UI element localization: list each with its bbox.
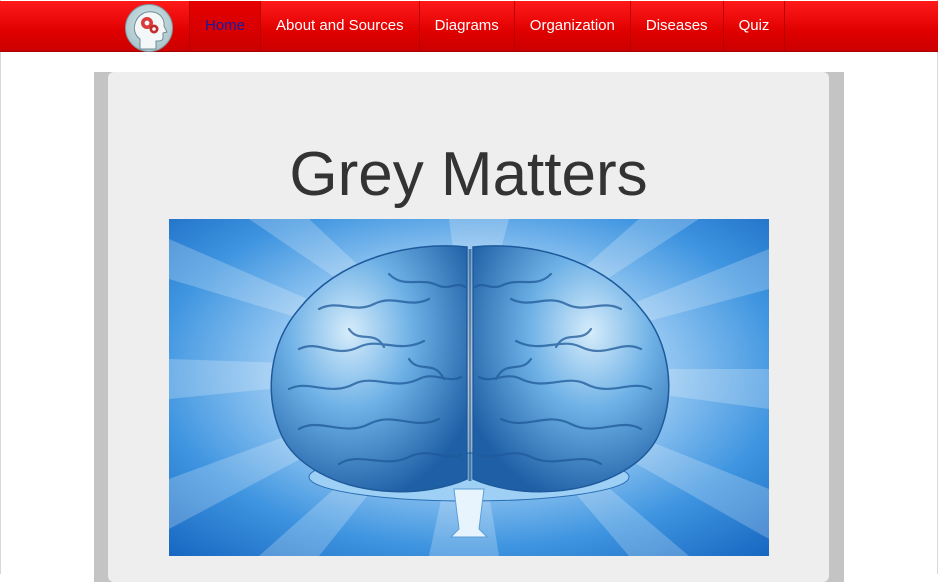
nav-item-diseases[interactable]: Diseases (631, 1, 724, 51)
site-logo[interactable] (125, 4, 173, 52)
hero-image (169, 219, 769, 556)
nav-item-about-and-sources[interactable]: About and Sources (261, 1, 420, 51)
nav-item-organization[interactable]: Organization (515, 1, 631, 51)
navbar: Home About and Sources Diagrams Organiza… (0, 1, 938, 52)
head-with-gears-icon (133, 11, 168, 50)
page-title: Grey Matters (289, 140, 648, 209)
main-nav: Home About and Sources Diagrams Organiza… (189, 1, 786, 51)
nav-item-diagrams[interactable]: Diagrams (420, 1, 515, 51)
nav-item-home[interactable]: Home (190, 1, 262, 51)
nav-item-quiz[interactable]: Quiz (724, 1, 786, 51)
brain-illustration (169, 219, 769, 556)
